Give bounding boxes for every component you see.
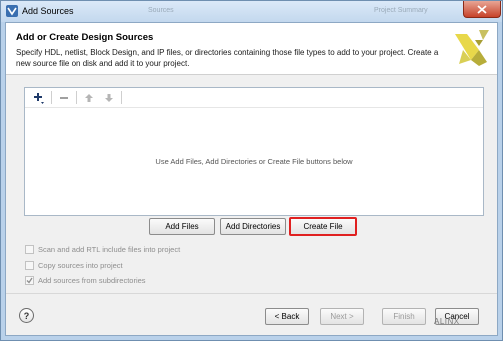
finish-button[interactable]: Finish — [382, 308, 426, 325]
title-bar[interactable]: Add Sources Sources Project Summary — [1, 1, 502, 22]
toolbar-separator — [121, 91, 122, 104]
option-scan-rtl-include[interactable]: Scan and add RTL include files into proj… — [25, 243, 180, 255]
page-title: Add or Create Design Sources — [16, 32, 154, 43]
window-title: Add Sources — [22, 6, 74, 16]
remove-button[interactable] — [54, 90, 74, 106]
add-files-button[interactable]: Add Files — [149, 218, 215, 235]
add-directories-button[interactable]: Add Directories — [220, 218, 286, 235]
vivado-app-icon — [6, 5, 18, 17]
page-header: Add or Create Design Sources Specify HDL… — [6, 23, 497, 75]
background-tab-project-summary: Project Summary — [374, 7, 428, 14]
scan-rtl-checkbox[interactable] — [25, 244, 34, 254]
next-button[interactable]: Next > — [320, 308, 364, 325]
add-icon — [34, 92, 44, 104]
help-button[interactable]: ? — [19, 308, 34, 323]
add-subdirectories-label: Add sources from subdirectories — [38, 275, 146, 285]
create-file-button[interactable]: Create File — [289, 217, 357, 236]
footer-divider — [6, 293, 497, 294]
add-button[interactable] — [29, 90, 49, 106]
page-description: Specify HDL, netlist, Block Design, and … — [16, 48, 439, 68]
toolbar-separator — [51, 91, 52, 104]
close-icon — [477, 4, 487, 14]
back-button[interactable]: < Back — [265, 308, 309, 325]
move-up-button[interactable] — [79, 90, 99, 106]
move-down-button[interactable] — [99, 90, 119, 106]
toolbar-separator — [76, 91, 77, 104]
background-tab-sources: Sources — [148, 7, 174, 14]
sources-toolbar — [25, 88, 483, 108]
scan-rtl-label: Scan and add RTL include files into proj… — [38, 244, 181, 254]
copy-sources-label: Copy sources into project — [38, 260, 123, 270]
alinx-watermark: ALINX — [434, 317, 460, 326]
copy-sources-checkbox[interactable] — [25, 260, 34, 270]
move-up-icon — [85, 93, 93, 102]
add-sources-dialog: Add Sources Sources Project Summary Add … — [0, 0, 503, 341]
dialog-body: Add or Create Design Sources Specify HDL… — [5, 22, 498, 336]
vivado-logo-icon — [455, 30, 489, 66]
remove-icon — [60, 96, 68, 99]
checkmark-icon — [26, 277, 33, 284]
option-copy-sources[interactable]: Copy sources into project — [25, 259, 123, 271]
add-subdirectories-checkbox[interactable] — [25, 275, 34, 285]
empty-list-hint: Use Add Files, Add Directories or Create… — [155, 157, 353, 166]
sources-list-panel[interactable]: Use Add Files, Add Directories or Create… — [24, 87, 484, 216]
move-down-icon — [105, 93, 113, 102]
close-button[interactable] — [463, 1, 501, 18]
option-add-subdirectories[interactable]: Add sources from subdirectories — [25, 274, 146, 286]
